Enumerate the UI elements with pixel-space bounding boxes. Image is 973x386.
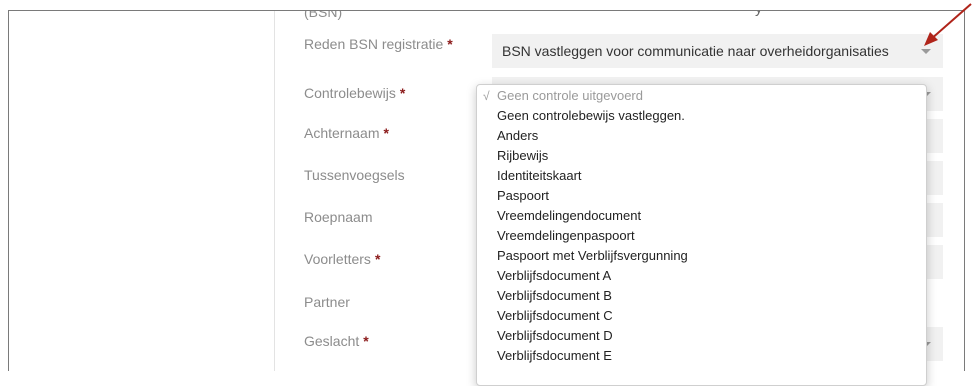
dropdown-option[interactable]: Identiteitskaart xyxy=(497,168,582,184)
geslacht-label: Geslacht * xyxy=(304,333,369,349)
controlebewijs-dropdown-list[interactable]: √ Geen controle uitgevoerd Geen controle… xyxy=(476,84,927,386)
achternaam-label: Achternaam * xyxy=(304,125,389,141)
field-label-text: Voorletters xyxy=(304,251,371,267)
dropdown-option[interactable]: Vreemdelingendocument xyxy=(497,208,641,224)
field-label-text: Achternaam xyxy=(304,125,380,141)
field-label-text: Reden BSN registratie xyxy=(304,36,444,52)
dropdown-option[interactable]: Anders xyxy=(497,128,538,144)
reden-bsn-label: Reden BSN registratie * xyxy=(304,36,453,52)
field-label-text: Controlebewijs xyxy=(304,85,396,101)
required-marker: * xyxy=(363,333,369,349)
dropdown-option[interactable]: Vreemdelingenpaspoort xyxy=(497,228,635,244)
bsn-label-fragment: (BSN) xyxy=(304,10,343,20)
voorletters-label: Voorletters * xyxy=(304,251,380,267)
dropdown-option[interactable]: Verblijfsdocument D xyxy=(497,328,613,344)
sidebar xyxy=(9,11,275,371)
field-label-text: Roepnaam xyxy=(304,209,373,225)
dropdown-option[interactable]: Paspoort xyxy=(497,188,549,204)
field-label-text: Partner xyxy=(304,294,350,310)
tussenvoegsels-label: Tussenvoegsels xyxy=(304,167,405,183)
section-title-fragment: y xyxy=(755,11,763,17)
roepnaam-label: Roepnaam xyxy=(304,209,373,225)
checkmark-icon: √ xyxy=(483,89,490,103)
field-label-text: Tussenvoegsels xyxy=(304,167,405,183)
controlebewijs-label: Controlebewijs * xyxy=(304,85,405,101)
dropdown-option[interactable]: Verblijfsdocument A xyxy=(497,268,611,284)
dropdown-option[interactable]: Verblijfsdocument B xyxy=(497,288,612,304)
field-label-text: Geslacht xyxy=(304,333,360,349)
dropdown-option[interactable]: Geen controle uitgevoerd xyxy=(497,88,643,104)
required-marker: * xyxy=(399,85,406,101)
reden-bsn-value: BSN vastleggen voor communicatie naar ov… xyxy=(502,43,889,59)
partner-label: Partner xyxy=(304,294,350,310)
required-marker: * xyxy=(374,251,381,267)
dropdown-option[interactable]: Rijbewijs xyxy=(497,148,548,164)
dropdown-option[interactable]: Geen controlebewijs vastleggen. xyxy=(497,108,685,124)
dropdown-option[interactable]: Verblijfsdocument E xyxy=(497,348,612,364)
dropdown-option[interactable]: Paspoort met Verblijfsvergunning xyxy=(497,248,688,264)
red-arrow-annotation xyxy=(924,3,972,46)
required-marker: * xyxy=(383,125,389,141)
dropdown-option[interactable]: Verblijfsdocument C xyxy=(497,308,613,324)
reden-bsn-select[interactable]: BSN vastleggen voor communicatie naar ov… xyxy=(492,34,943,68)
required-marker: * xyxy=(447,36,453,52)
